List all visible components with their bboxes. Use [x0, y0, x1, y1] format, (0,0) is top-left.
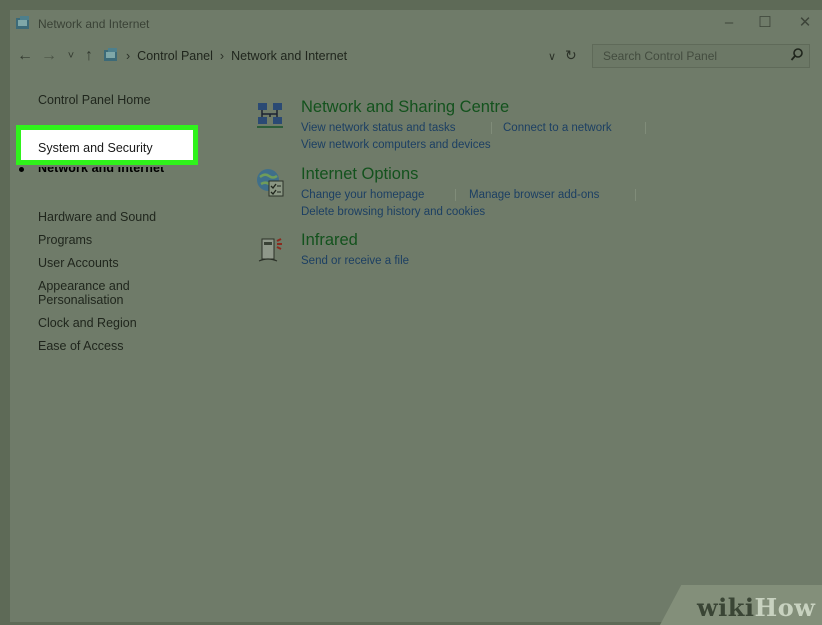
- internet-options-title[interactable]: Internet Options: [301, 165, 418, 184]
- sidebar-item-control-panel-home[interactable]: Control Panel Home: [38, 93, 228, 107]
- current-item-bullet: [19, 167, 24, 172]
- sidebar-item-system-and-security[interactable]: System and Security: [38, 141, 153, 155]
- refresh-icon[interactable]: ↻: [565, 47, 577, 64]
- watermark-how: How: [754, 593, 816, 622]
- up-arrow-icon[interactable]: ↑: [80, 46, 98, 66]
- link-separator: [491, 122, 492, 134]
- link-separator: [455, 189, 456, 201]
- highlighted-sidebar-item[interactable]: System and Security: [16, 125, 198, 165]
- change-homepage-link[interactable]: Change your homepage: [301, 189, 424, 201]
- forward-arrow-icon[interactable]: →: [40, 46, 58, 66]
- manage-browser-addons-link[interactable]: Manage browser add-ons: [469, 189, 599, 201]
- infrared-title[interactable]: Infrared: [301, 231, 358, 250]
- sidebar-item-user-accounts[interactable]: User Accounts: [38, 256, 228, 270]
- network-sharing-icon[interactable]: [255, 100, 287, 132]
- maximize-button[interactable]: ☐: [748, 12, 782, 34]
- internet-options-icon[interactable]: [255, 167, 287, 199]
- delete-browsing-history-link[interactable]: Delete browsing history and cookies: [301, 206, 485, 218]
- sidebar-item-programs[interactable]: Programs: [38, 233, 228, 247]
- recent-locations-icon[interactable]: ˅: [62, 46, 80, 66]
- close-button[interactable]: ✕: [788, 12, 822, 34]
- network-and-sharing-centre-title[interactable]: Network and Sharing Centre: [301, 98, 509, 117]
- breadcrumb-separator: ›: [126, 49, 131, 63]
- minimize-button[interactable]: –: [712, 12, 746, 34]
- control-panel-window: Network and Internet – ☐ ✕ ← → ˅ ↑ › Cont…: [10, 10, 822, 622]
- title-bar: Network and Internet – ☐ ✕: [10, 10, 822, 37]
- link-separator: [645, 122, 646, 134]
- address-dropdown-icon[interactable]: ∨: [548, 50, 556, 63]
- control-panel-icon: [104, 48, 117, 61]
- search-icon[interactable]: [790, 47, 804, 63]
- back-arrow-icon[interactable]: ←: [16, 46, 34, 66]
- view-network-status-link[interactable]: View network status and tasks: [301, 122, 455, 134]
- breadcrumb-control-panel[interactable]: Control Panel: [137, 49, 213, 63]
- window-title: Network and Internet: [38, 17, 150, 31]
- breadcrumb: › Control Panel › Network and Internet: [126, 49, 347, 63]
- watermark-wiki: wiki: [697, 593, 755, 622]
- infrared-icon[interactable]: [255, 233, 287, 265]
- sidebar-item-ease-of-access[interactable]: Ease of Access: [38, 339, 228, 353]
- send-receive-file-link[interactable]: Send or receive a file: [301, 255, 409, 267]
- search-box[interactable]: [592, 44, 810, 68]
- link-separator: [635, 189, 636, 201]
- sidebar-item-appearance-and-personalisation[interactable]: Appearance and Personalisation: [38, 279, 168, 307]
- sidebar-item-hardware-and-sound[interactable]: Hardware and Sound: [38, 210, 228, 224]
- breadcrumb-network-and-internet[interactable]: Network and Internet: [231, 49, 347, 63]
- control-panel-icon: [16, 16, 29, 29]
- view-network-computers-link[interactable]: View network computers and devices: [301, 139, 491, 151]
- sidebar-item-clock-and-region[interactable]: Clock and Region: [38, 316, 228, 330]
- breadcrumb-separator: ›: [219, 49, 225, 63]
- search-input[interactable]: [603, 47, 778, 64]
- wikihow-watermark: wikiHow: [697, 593, 815, 622]
- address-row: ← → ˅ ↑ › Control Panel › Network and Inter…: [10, 44, 822, 70]
- connect-to-network-link[interactable]: Connect to a network: [503, 122, 612, 134]
